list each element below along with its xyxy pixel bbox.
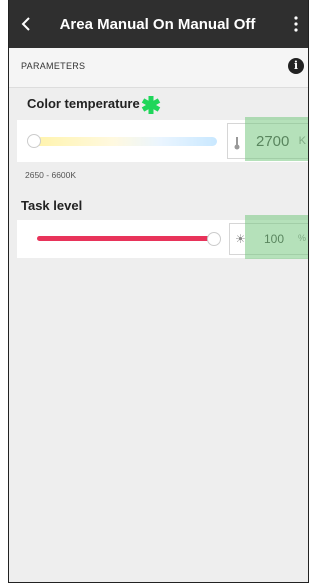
chevron-left-icon [21,17,30,31]
task-level-row: ☀ 100 % [17,215,308,259]
color-temperature-label: Color temperature [27,96,140,111]
app-screen: Area Manual On Manual Off PARAMETERS i C… [8,0,309,583]
more-vertical-icon [294,16,298,32]
value-highlight-overlay [245,117,308,161]
color-temperature-slider-track[interactable] [29,137,217,146]
color-temperature-range: 2650 - 6600K [25,170,77,180]
parameters-header: PARAMETERS i [9,48,308,88]
thermometer-icon [234,137,240,150]
page-title: Area Manual On Manual Off [59,15,256,33]
task-level-label: Task level [21,198,83,213]
green-star-icon [141,96,161,114]
task-level-slider-track[interactable] [37,236,217,241]
top-app-bar: Area Manual On Manual Off [9,0,308,48]
parameters-label: PARAMETERS [21,61,86,71]
color-temperature-row: 2700 K [17,117,308,162]
task-level-slider-thumb[interactable] [207,232,221,246]
color-temperature-slider-thumb[interactable] [27,134,41,148]
back-button[interactable] [9,0,43,48]
value-highlight-overlay [245,215,308,259]
overflow-menu-button[interactable] [284,0,308,48]
info-icon[interactable]: i [288,58,304,74]
